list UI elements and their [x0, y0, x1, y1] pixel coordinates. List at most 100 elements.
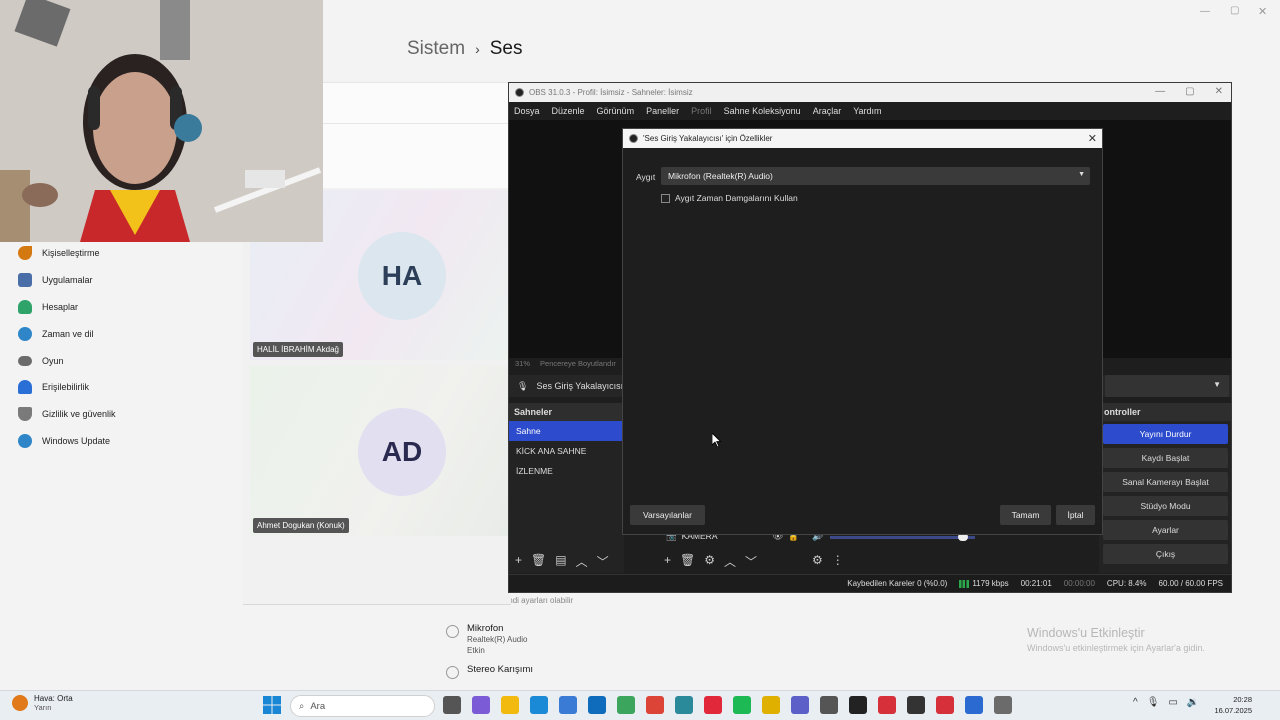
nav-item-label: Hesaplar — [42, 301, 79, 312]
add-icon[interactable]: + — [515, 553, 522, 570]
menu-scene-collection[interactable]: Sahne Koleksiyonu — [724, 106, 801, 116]
participant-tile[interactable]: AD Ahmet Dogukan (Konuk) — [250, 366, 508, 536]
device-row-microphone[interactable]: Mikrofon Realtek(R) Audio Etkin — [446, 623, 1108, 656]
chevron-down-icon: ▼ — [1213, 380, 1221, 389]
app-yellow-icon[interactable] — [762, 696, 780, 714]
obs-menubar: Dosya Düzenle Görünüm Paneller Profil Sa… — [509, 102, 1231, 120]
nav-item-gaming[interactable]: Oyun — [12, 347, 252, 374]
shield-icon — [18, 407, 32, 422]
nav-item-accounts[interactable]: Hesaplar — [12, 294, 252, 321]
timestamp-checkbox[interactable] — [661, 193, 670, 203]
nav-item-label: Gizlilik ve güvenlik — [42, 409, 116, 420]
gear-icon[interactable]: ⚙ — [704, 553, 715, 570]
minimize-icon[interactable]: — — [1200, 6, 1210, 17]
scene-item[interactable]: İZLENME — [509, 461, 624, 481]
gamepad-icon — [18, 355, 32, 366]
windows-start-icon[interactable] — [263, 696, 281, 714]
menu-docks[interactable]: Paneller — [646, 106, 679, 116]
fps: 60.00 / 60.00 FPS — [1158, 579, 1224, 588]
taskbar-search[interactable]: ⌕ Ara — [290, 695, 435, 717]
notepad-icon[interactable] — [965, 696, 983, 714]
settings-button[interactable]: Ayarlar — [1103, 520, 1228, 540]
volume-track[interactable] — [830, 536, 975, 539]
dialog-titlebar[interactable]: 'Ses Giriş Yakalayıcısı' için Özellikler… — [623, 129, 1102, 148]
chevron-down-icon[interactable]: ﹀ — [745, 553, 757, 570]
app-teal-icon[interactable] — [675, 696, 693, 714]
spotify-icon[interactable] — [733, 696, 751, 714]
chevron-up-icon[interactable]: ︿ — [724, 553, 736, 570]
dropped-frames: Kaybedilen Kareler 0 (%0.0) — [847, 579, 948, 588]
chevron-up-icon[interactable]: ︿ — [576, 553, 588, 570]
studio-mode-button[interactable]: Stüdyo Modu — [1103, 496, 1228, 516]
radio-icon[interactable] — [446, 625, 459, 638]
opera-icon[interactable] — [704, 696, 722, 714]
taskbar-clock[interactable]: 20:28 16.07.2025 — [1212, 694, 1252, 716]
exit-button[interactable]: Çıkış — [1103, 544, 1228, 564]
maximize-icon[interactable]: ▢ — [1185, 86, 1194, 97]
obs-titlebar[interactable]: OBS 31.0.3 - Profil: İsimsiz - Sahneler:… — [509, 83, 1231, 102]
app-green-icon[interactable] — [617, 696, 635, 714]
trash-icon[interactable]: 🗑 — [531, 553, 546, 570]
microphone-icon: 🎙 — [517, 380, 529, 391]
nav-item-privacy[interactable]: Gizlilik ve güvenlik — [12, 401, 252, 428]
menu-help[interactable]: Yardım — [853, 106, 881, 116]
nav-item-time-language[interactable]: Zaman ve dil — [12, 320, 252, 347]
menu-file[interactable]: Dosya — [514, 106, 540, 116]
source-dropdown[interactable]: ▼ — [1105, 375, 1229, 397]
chrome-icon[interactable] — [646, 696, 664, 714]
app-red-icon[interactable] — [878, 696, 896, 714]
file-explorer-icon[interactable] — [501, 696, 519, 714]
task-view-icon[interactable] — [443, 696, 461, 714]
volume-icon[interactable]: 🔉 — [1187, 697, 1199, 708]
nav-item-personalization[interactable]: Kişiselleştirme — [12, 240, 252, 267]
copilot-icon[interactable] — [472, 696, 490, 714]
menu-profile[interactable]: Profil — [691, 106, 712, 116]
chevron-down-icon[interactable]: ﹀ — [597, 553, 609, 570]
obs-icon[interactable] — [907, 696, 925, 714]
device-row-stereo-mix[interactable]: Stereo Karışımı — [446, 664, 1108, 679]
mixer-settings-icon[interactable]: ⚙ — [812, 553, 823, 567]
more-vertical-icon[interactable]: ⋮ — [832, 553, 844, 567]
device-status: Etkin — [467, 646, 485, 655]
chevron-up-icon[interactable]: ^ — [1133, 697, 1138, 708]
scene-item[interactable]: KİCK ANA SAHNE — [509, 441, 624, 461]
close-icon[interactable]: ✕ — [1215, 86, 1223, 97]
menu-tools[interactable]: Araçlar — [813, 106, 842, 116]
maximize-icon[interactable]: ▢ — [1230, 5, 1239, 16]
close-icon[interactable]: ✕ — [1088, 132, 1097, 145]
app-gray-icon[interactable] — [820, 696, 838, 714]
settings-icon[interactable] — [994, 696, 1012, 714]
radio-icon[interactable] — [446, 666, 459, 679]
ok-button[interactable]: Tamam — [1000, 505, 1051, 525]
store-icon[interactable] — [559, 696, 577, 714]
scene-item[interactable]: Sahne — [509, 421, 624, 441]
capcut-icon[interactable] — [849, 696, 867, 714]
app-red2-icon[interactable] — [936, 696, 954, 714]
outlook-icon[interactable] — [588, 696, 606, 714]
trash-icon[interactable]: 🗑 — [680, 553, 695, 570]
minimize-icon[interactable]: — — [1155, 86, 1165, 97]
close-icon[interactable]: ✕ — [1258, 5, 1267, 18]
microphone-icon[interactable]: 🎙 — [1147, 697, 1160, 708]
edge-icon[interactable] — [530, 696, 548, 714]
menu-view[interactable]: Görünüm — [597, 106, 635, 116]
defaults-button[interactable]: Varsayılanlar — [630, 505, 705, 525]
filter-icon[interactable]: ▤ — [555, 553, 566, 570]
teams-icon[interactable] — [791, 696, 809, 714]
start-virtual-camera-button[interactable]: Sanal Kamerayı Başlat — [1103, 472, 1228, 492]
device-select[interactable]: Mikrofon (Realtek(R) Audio) ▼ — [661, 167, 1090, 185]
breadcrumb-parent[interactable]: Sistem — [407, 38, 465, 60]
weather-widget[interactable]: Hava: Orta Yarın — [12, 694, 73, 712]
network-icon[interactable]: ▭ — [1168, 697, 1177, 708]
add-icon[interactable]: + — [664, 553, 671, 570]
menu-edit[interactable]: Düzenle — [552, 106, 585, 116]
nav-item-accessibility[interactable]: Erişilebilirlik — [12, 374, 252, 401]
nav-item-apps[interactable]: Uygulamalar — [12, 267, 252, 294]
avatar: AD — [358, 408, 446, 496]
preview-scale-mode[interactable]: Pencereye Boyutlandır — [540, 359, 616, 368]
stop-streaming-button[interactable]: Yayını Durdur — [1103, 424, 1228, 444]
nav-item-windows-update[interactable]: Windows Update — [12, 428, 252, 455]
timestamp-checkbox-row[interactable]: Aygıt Zaman Damgalarını Kullan — [661, 193, 798, 203]
cancel-button[interactable]: İptal — [1056, 505, 1095, 525]
start-recording-button[interactable]: Kaydı Başlat — [1103, 448, 1228, 468]
